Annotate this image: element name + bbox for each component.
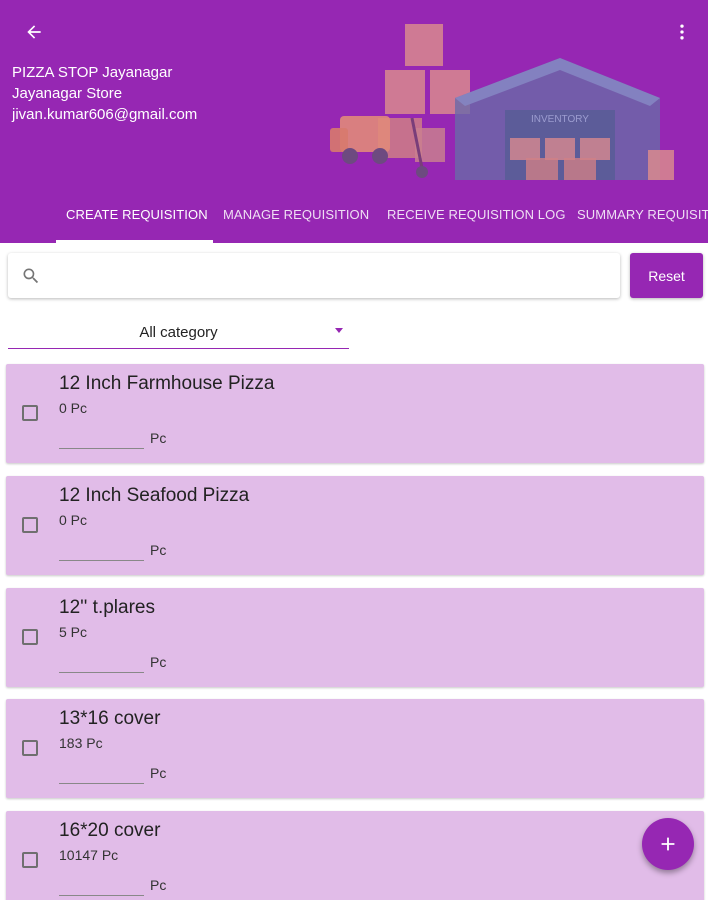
active-tab-indicator [56,240,213,243]
item-checkbox[interactable] [22,852,38,868]
arrow-left-icon [27,25,41,39]
tab-bar: CREATE REQUISITION MANAGE REQUISITION RE… [0,196,708,243]
quantity-input[interactable] [59,874,144,896]
item-stock: 0 Pc [59,512,88,528]
quantity-input[interactable] [59,539,144,561]
item-name: 12 Inch Farmhouse Pizza [59,373,275,394]
tab-manage-requisition[interactable]: MANAGE REQUISITION [223,196,369,243]
tab-summary-requisition[interactable]: SUMMARY REQUISITI [577,196,708,243]
illustration-label: INVENTORY [531,114,589,125]
reset-button[interactable]: Reset [630,253,703,298]
item-stock: 0 Pc [59,400,88,416]
item-card: 13*16 cover 183 Pc Pc [6,699,704,798]
tab-create-requisition[interactable]: CREATE REQUISITION [66,196,208,243]
item-checkbox[interactable] [22,405,38,421]
store-branch: Jayanagar Store [12,85,123,102]
item-unit: Pc [150,877,167,893]
app-header: PIZZA STOP Jayanagar Jayanagar Store jiv… [0,0,708,243]
item-stock: 10147 Pc [59,847,119,863]
user-email: jivan.kumar606@gmail.com [12,106,198,123]
search-bar [8,253,620,298]
plus-icon [661,837,675,851]
category-dropdown[interactable]: All category [8,317,349,349]
item-checkbox[interactable] [22,517,38,533]
search-icon [23,268,39,283]
back-button[interactable] [20,18,48,46]
quantity-input[interactable] [59,762,144,784]
warehouse-illustration: INVENTORY [330,24,674,180]
store-name: PIZZA STOP Jayanagar [12,64,173,81]
quantity-input[interactable] [59,427,144,449]
item-unit: Pc [150,654,167,670]
item-name: 16*20 cover [59,820,161,841]
item-unit: Pc [150,542,167,558]
add-item-fab[interactable] [642,818,694,870]
item-name: 12 Inch Seafood Pizza [59,485,250,506]
item-name: 12'' t.plares [59,597,155,618]
item-name: 13*16 cover [59,708,161,729]
item-stock: 5 Pc [59,624,88,640]
item-card: 12 Inch Farmhouse Pizza 0 Pc Pc [6,364,704,463]
category-selected-value: All category [139,324,218,341]
item-checkbox[interactable] [22,629,38,645]
tab-receive-requisition-log[interactable]: RECEIVE REQUISITION LOG [387,196,566,243]
item-card: 12'' t.plares 5 Pc Pc [6,588,704,687]
item-card: 16*20 cover 10147 Pc Pc [6,811,704,900]
store-info: PIZZA STOP Jayanagar Jayanagar Store jiv… [12,62,197,125]
item-stock: 183 Pc [59,735,103,751]
quantity-input[interactable] [59,651,144,673]
item-unit: Pc [150,765,167,781]
dropdown-arrow-icon [335,328,343,333]
search-input[interactable] [51,253,620,298]
item-checkbox[interactable] [22,740,38,756]
item-card: 12 Inch Seafood Pizza 0 Pc Pc [6,476,704,575]
item-unit: Pc [150,430,167,446]
